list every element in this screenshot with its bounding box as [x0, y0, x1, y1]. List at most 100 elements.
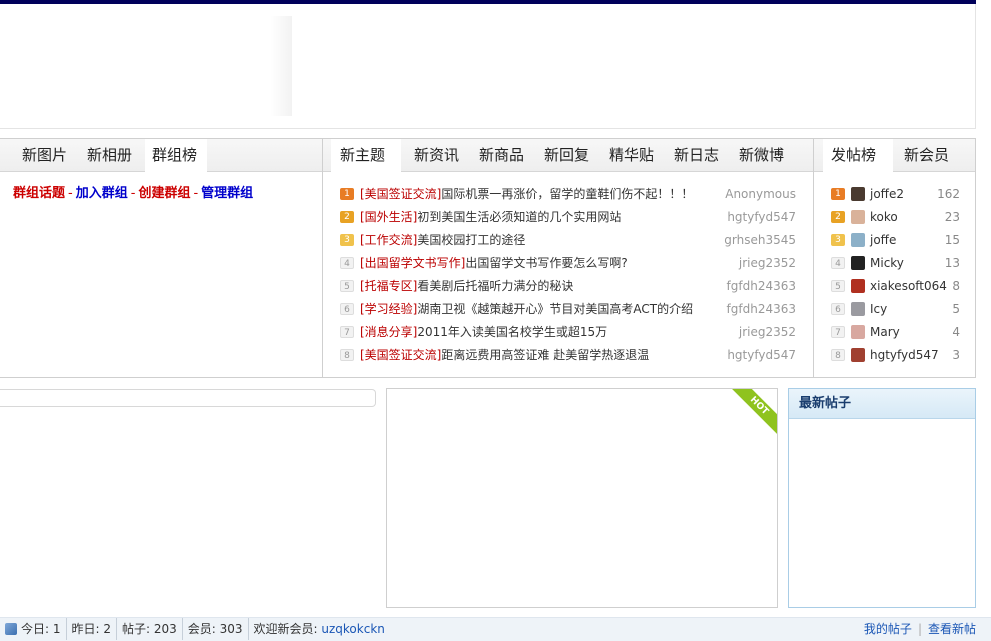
username[interactable]: koko	[870, 207, 898, 227]
user-row[interactable]: 5 xiakesoft064 8	[814, 276, 975, 296]
post-count: 3	[952, 348, 960, 362]
tab-new-products[interactable]: 新商品	[479, 139, 524, 172]
footer-links: 我的帖子 | 查看新帖	[854, 618, 976, 640]
rank-number: 7	[340, 326, 354, 338]
tab-new-albums[interactable]: 新相册	[87, 139, 132, 172]
thread-author[interactable]: grhseh3545	[724, 230, 796, 250]
avatar[interactable]	[851, 302, 865, 316]
thread-author[interactable]: fgfdh24363	[727, 276, 796, 296]
tab-new-blogs[interactable]: 新日志	[674, 139, 719, 172]
my-posts-link[interactable]: 我的帖子	[864, 622, 912, 636]
avatar[interactable]	[851, 325, 865, 339]
thread-title[interactable]: 距离远费用高签证难 赴美留学热逐退温	[441, 348, 649, 362]
rank-number: 5	[831, 280, 845, 292]
tab-group-ranking[interactable]: 群组榜	[145, 139, 207, 173]
tab-post-ranking[interactable]: 发帖榜	[823, 139, 893, 173]
manage-group-link[interactable]: 管理群组	[201, 186, 253, 201]
link-separator: -	[68, 186, 73, 201]
thread-title[interactable]: 湖南卫视《越策越开心》节目对美国高考ACT的介绍	[417, 302, 693, 316]
tab-featured[interactable]: 精华贴	[609, 139, 654, 172]
thread-row[interactable]: 2 [国外生活]初到美国生活必须知道的几个实用网站 hgtyfyd547	[323, 207, 813, 227]
thread-category[interactable]: [工作交流]	[360, 233, 417, 247]
thread-row[interactable]: 7 [消息分享]2011年入读美国名校学生或超15万 jrieg2352	[323, 322, 813, 342]
username[interactable]: hgtyfyd547	[870, 345, 939, 365]
username[interactable]: xiakesoft064	[870, 276, 947, 296]
ranking-tabbar: 发帖榜 新会员	[814, 139, 975, 173]
thread-category[interactable]: [美国签证交流]	[360, 348, 441, 362]
rank-number: 8	[340, 349, 354, 361]
thread-row[interactable]: 8 [美国签证交流]距离远费用高签证难 赴美留学热逐退温 hgtyfyd547	[323, 345, 813, 365]
thread-author[interactable]: jrieg2352	[739, 322, 796, 342]
user-row[interactable]: 6 Icy 5	[814, 299, 975, 319]
thread-title[interactable]: 出国留学文书写作要怎么写啊?	[465, 256, 627, 270]
rank-number: 3	[340, 234, 354, 246]
user-row[interactable]: 1 joffe2 162	[814, 184, 975, 204]
hot-ribbon: HOT	[727, 389, 777, 438]
thread-tabbar: 新主题 新资讯 新商品 新回复 精华贴 新日志 新微博	[323, 139, 813, 173]
tab-new-members[interactable]: 新会员	[904, 139, 949, 172]
username[interactable]: Micky	[870, 253, 904, 273]
thread-author[interactable]: fgfdh24363	[727, 299, 796, 319]
avatar[interactable]	[851, 279, 865, 293]
new-member-link[interactable]: uzqkokckn	[321, 622, 385, 636]
stats-footer: 今日: 1 昨日: 2 帖子: 203 会员: 303 欢迎新会员: uzqkokckn…	[0, 617, 991, 641]
thread-title[interactable]: 美国校园打工的途径	[417, 233, 525, 247]
user-row[interactable]: 7 Mary 4	[814, 322, 975, 342]
tab-new-news[interactable]: 新资讯	[414, 139, 459, 172]
group-topic-link[interactable]: 群组话题	[13, 186, 65, 201]
thread-title[interactable]: 2011年入读美国名校学生或超15万	[417, 325, 607, 339]
username[interactable]: Icy	[870, 299, 887, 319]
thread-author[interactable]: hgtyfyd547	[727, 345, 796, 365]
username[interactable]: joffe2	[870, 184, 904, 204]
user-row[interactable]: 3 joffe 15	[814, 230, 975, 250]
stat-posts: 帖子: 203	[117, 618, 183, 640]
link-separator: -	[130, 186, 136, 201]
thread-author[interactable]: jrieg2352	[739, 253, 796, 273]
avatar[interactable]	[851, 348, 865, 362]
thread-row[interactable]: 1 [美国签证交流]国际机票一再涨价，留学的童鞋们伤不起！！！ Anonymous	[323, 184, 813, 204]
thread-author[interactable]: hgtyfyd547	[727, 207, 796, 227]
thread-category[interactable]: [国外生活]	[360, 210, 417, 224]
join-group-link[interactable]: 加入群组	[76, 186, 128, 201]
rank-number: 7	[831, 326, 845, 338]
thread-title[interactable]: 初到美国生活必须知道的几个实用网站	[417, 210, 621, 224]
thread-category[interactable]: [托福专区]	[360, 279, 417, 293]
tab-new-threads[interactable]: 新主题	[331, 139, 401, 173]
view-new-posts-link[interactable]: 查看新帖	[928, 622, 976, 636]
thread-category[interactable]: [学习经验]	[360, 302, 417, 316]
thread-title[interactable]: 国际机票一再涨价，留学的童鞋们伤不起！！！	[441, 187, 693, 201]
user-row[interactable]: 4 Micky 13	[814, 253, 975, 273]
rank-number: 6	[340, 303, 354, 315]
tab-new-images[interactable]: 新图片	[22, 139, 67, 172]
avatar[interactable]	[851, 233, 865, 247]
user-row[interactable]: 8 hgtyfyd547 3	[814, 345, 975, 365]
username[interactable]: joffe	[870, 230, 896, 250]
hot-box: HOT	[386, 388, 778, 608]
rank-number: 1	[831, 188, 845, 200]
footer-separator: |	[917, 622, 922, 636]
thread-row[interactable]: 4 [出国留学文书写作]出国留学文书写作要怎么写啊? jrieg2352	[323, 253, 813, 273]
tab-new-replies[interactable]: 新回复	[544, 139, 589, 172]
user-row[interactable]: 2 koko 23	[814, 207, 975, 227]
avatar[interactable]	[851, 210, 865, 224]
tab-new-weibo[interactable]: 新微博	[739, 139, 784, 172]
link-separator: -	[193, 186, 199, 201]
thread-category[interactable]: [消息分享]	[360, 325, 417, 339]
banner-area	[0, 4, 976, 129]
create-group-link[interactable]: 创建群组	[138, 186, 190, 201]
thread-row[interactable]: 5 [托福专区]看美剧后托福听力满分的秘诀 fgfdh24363	[323, 276, 813, 296]
rank-number: 1	[340, 188, 354, 200]
new-posts-box: 最新帖子	[788, 388, 976, 608]
ranking-panel: 发帖榜 新会员 1 joffe2 162 2 koko 23 3 joffe 15 4 Micky 1…	[813, 138, 976, 378]
username[interactable]: Mary	[870, 322, 900, 342]
thread-category[interactable]: [美国签证交流]	[360, 187, 441, 201]
thread-row[interactable]: 3 [工作交流]美国校园打工的途径 grhseh3545	[323, 230, 813, 250]
thread-category[interactable]: [出国留学文书写作]	[360, 256, 465, 270]
thread-row[interactable]: 6 [学习经验]湖南卫视《越策越开心》节目对美国高考ACT的介绍 fgfdh2436…	[323, 299, 813, 319]
post-count: 13	[944, 256, 960, 270]
avatar[interactable]	[851, 256, 865, 270]
thread-author[interactable]: Anonymous	[725, 184, 796, 204]
avatar[interactable]	[851, 187, 865, 201]
thread-title[interactable]: 看美剧后托福听力满分的秘诀	[417, 279, 573, 293]
stat-today: 今日: 1	[21, 622, 61, 636]
